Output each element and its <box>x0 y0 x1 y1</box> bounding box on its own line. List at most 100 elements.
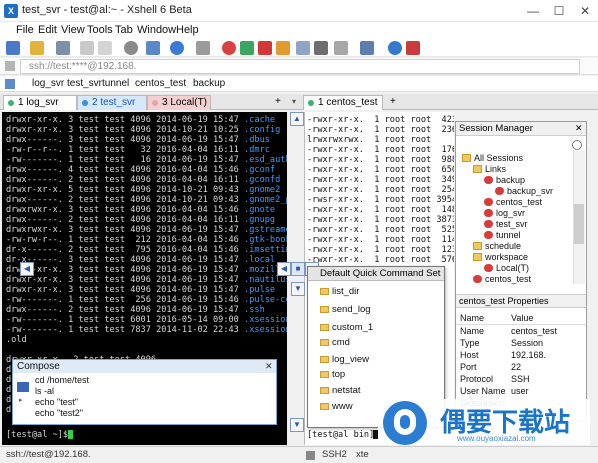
compose-line[interactable]: ls -al <box>35 386 54 396</box>
menu-file[interactable]: File <box>16 24 34 36</box>
compose-line[interactable]: echo "test2" <box>35 408 83 418</box>
maximize-button[interactable]: ☐ <box>546 0 572 22</box>
address-input[interactable]: ssh://test:****@192.168. <box>20 59 580 74</box>
quick-command-item[interactable]: log_view <box>332 354 369 365</box>
terminal-meta: 3 test test 4096 2014-10-21 10:25 <box>68 125 239 135</box>
transfer-icon[interactable] <box>240 41 254 55</box>
session-tree-node[interactable]: tunnel <box>484 229 521 240</box>
session-tree-node[interactable]: workspace <box>473 251 528 262</box>
quick-command-item[interactable]: list_dir <box>332 286 359 297</box>
dock-center-icon[interactable]: ■ <box>291 262 305 276</box>
new-session-icon[interactable] <box>6 41 20 55</box>
property-value[interactable]: Session <box>511 338 543 348</box>
print-icon[interactable] <box>146 41 160 55</box>
dock-left-arrow-icon[interactable]: ◀ <box>20 262 34 276</box>
session-tree-node[interactable]: log_svr <box>484 207 525 218</box>
tab-list-icon[interactable]: ▾ <box>292 97 296 106</box>
property-value[interactable]: 192.168. <box>511 350 546 360</box>
link-backup[interactable]: backup <box>193 78 225 89</box>
terminal-line: drwxr-xr-x. 3 test test 4096 2014-06-19 … <box>6 115 287 125</box>
property-value[interactable]: centos_test <box>511 326 557 336</box>
keyboard-icon[interactable] <box>296 41 310 55</box>
quick-command-item[interactable]: send_log <box>332 304 371 315</box>
terminal-line: -rwxr-xr-x. 1 root root 98872 <box>307 155 454 165</box>
property-value[interactable]: SSH <box>511 374 530 384</box>
session-tree-node[interactable]: schedule <box>473 240 521 251</box>
tree-scrollbar-thumb[interactable] <box>574 204 584 244</box>
menu-tools[interactable]: Tools <box>87 24 113 36</box>
menu-edit[interactable]: Edit <box>38 24 57 36</box>
compose-line[interactable]: cd /home/test <box>35 375 89 385</box>
link-test-svr[interactable]: test_svr <box>67 78 102 89</box>
terminal-filename: .gnome2 <box>244 185 281 195</box>
globe-icon[interactable] <box>170 41 184 55</box>
dock-up-arrow-icon[interactable]: ▲ <box>290 112 304 126</box>
menu-window[interactable]: Window <box>137 24 176 36</box>
search-icon[interactable] <box>572 140 582 150</box>
tab-local[interactable]: 3 Local(T) <box>147 95 211 110</box>
session-tree-node[interactable]: centos_test <box>484 196 542 207</box>
link-log-svr[interactable]: log_svr <box>32 78 64 89</box>
link-centos-test[interactable]: centos_test <box>135 78 186 89</box>
font-icon[interactable] <box>196 41 210 55</box>
minimize-button[interactable]: — <box>520 0 546 22</box>
close-button[interactable]: ✕ <box>572 0 598 22</box>
menu-tab[interactable]: Tab <box>115 24 133 36</box>
tab-add-button-right[interactable]: + <box>390 96 396 107</box>
tab-log-svr[interactable]: 1 log_svr <box>3 95 77 110</box>
menu-view[interactable]: View <box>61 24 85 36</box>
tab-add-button[interactable]: + <box>275 96 281 107</box>
session-tree-node[interactable]: backup <box>484 174 525 185</box>
compose-expand-icon[interactable]: ▸ <box>19 396 23 404</box>
tab-test-svr[interactable]: 2 test_svr <box>77 95 147 110</box>
paste-icon[interactable] <box>98 41 112 55</box>
terminal-meta: 3 test test 4096 2014-06-19 15:47 <box>68 115 239 125</box>
terminal-perm: drwxr-xr-x. <box>6 275 63 285</box>
session-tree-node[interactable]: Links <box>473 163 506 174</box>
terminal-icon[interactable] <box>258 41 272 55</box>
tab-centos-test[interactable]: 1 centos_test <box>303 95 383 110</box>
compose-send-icon[interactable] <box>17 382 29 392</box>
terminal-filename: .gstreamer-0.10 <box>244 225 287 235</box>
terminal-filename: .xsession-errors <box>244 315 287 325</box>
compose-close-icon[interactable]: ✕ <box>265 361 273 372</box>
session-icon <box>484 264 493 273</box>
lock-icon[interactable] <box>276 41 290 55</box>
property-value[interactable]: user <box>511 386 529 396</box>
session-tree-node[interactable]: Local(T) <box>484 262 529 273</box>
session-tree-node[interactable]: All Sessions <box>462 152 523 163</box>
terminal-line: drwxr-xr-x. 3 test test 4096 2014-06-19 … <box>6 275 287 285</box>
terminal-line: drwx------. 3 test test 4096 2014-06-19 … <box>6 135 287 145</box>
dock-bottom-arrow-icon[interactable]: ▼ <box>290 418 304 432</box>
terminal-line: drwxr-xr-x. 3 test test 4096 2014-06-19 … <box>6 285 287 295</box>
quick-command-item[interactable]: custom_1 <box>332 322 373 333</box>
address-book-icon[interactable] <box>5 61 15 71</box>
compose-line[interactable]: echo "test" <box>35 397 78 407</box>
session-manager-close-icon[interactable]: ✕ <box>575 123 583 134</box>
copy-icon[interactable] <box>80 41 94 55</box>
quick-command-item[interactable]: www <box>332 401 353 412</box>
session-tree-node[interactable]: backup_svr <box>495 185 553 196</box>
link-icon[interactable] <box>56 41 70 55</box>
link-tunnel[interactable]: tunnel <box>102 78 129 89</box>
terminal-meta: 3 test test 4096 2014-06-19 15:47 <box>68 285 239 295</box>
open-folder-icon[interactable] <box>30 41 44 55</box>
quick-command-item[interactable]: cmd <box>332 337 350 348</box>
session-tree-node[interactable]: centos_test <box>473 273 531 284</box>
layout-icon[interactable] <box>334 41 348 55</box>
compose-pane: Compose ✕ ▸ cd /home/test ls -al echo "t… <box>12 359 277 425</box>
quick-command-item[interactable]: netstat <box>332 385 361 396</box>
fullscreen-icon[interactable] <box>314 41 328 55</box>
menu-help[interactable]: Help <box>176 24 199 36</box>
search-icon[interactable] <box>124 41 138 55</box>
help-icon[interactable] <box>388 41 402 55</box>
session-tree-node[interactable]: test_svr <box>484 218 528 229</box>
property-value[interactable]: 22 <box>511 362 521 372</box>
chat-icon[interactable] <box>406 41 420 55</box>
dock-down-arrow-icon[interactable]: ▼ <box>291 282 305 296</box>
session-manager-title: Session Manager <box>456 122 586 136</box>
tile-icon[interactable] <box>360 41 374 55</box>
quick-command-item[interactable]: top <box>332 369 345 380</box>
dock-center-left-icon[interactable]: ◀ <box>277 262 291 276</box>
xftp-icon[interactable] <box>222 41 236 55</box>
